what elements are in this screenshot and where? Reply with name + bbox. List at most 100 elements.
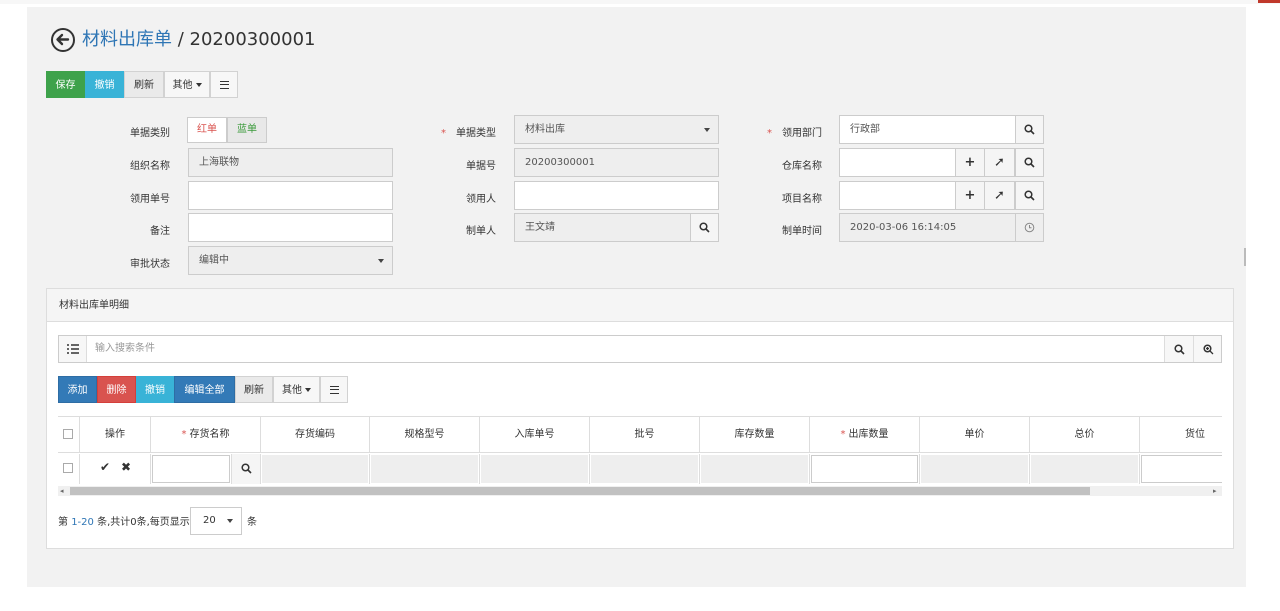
creator-search-button[interactable] <box>690 213 719 242</box>
doc-number-label: 单据号 <box>466 161 496 172</box>
detail-panel-title: 材料出库单明细 <box>47 289 1233 322</box>
col-item-code: 存货编码 <box>261 417 370 453</box>
out-qty-input[interactable] <box>811 455 918 483</box>
detail-search-button[interactable] <box>1164 336 1193 362</box>
detail-other-label: 其他 <box>282 385 302 396</box>
project-label: 项目名称 <box>782 194 822 205</box>
detail-column-menu-button[interactable] <box>320 376 348 403</box>
required-mark: * <box>181 429 187 440</box>
scroll-right-arrow-icon[interactable]: ▸ <box>1213 487 1217 495</box>
share-arrow-icon: ➚ <box>994 155 1005 170</box>
top-red-accent <box>1258 0 1280 3</box>
scrollbar-thumb[interactable] <box>70 487 1090 495</box>
detail-other-dropdown[interactable]: 其他 <box>273 376 320 403</box>
required-mark: * <box>441 128 446 139</box>
col-item-name: * 存货名称 <box>151 417 261 453</box>
select-all-checkbox[interactable] <box>63 429 73 439</box>
column-menu-button[interactable] <box>210 71 238 98</box>
scroll-left-arrow-icon[interactable]: ◂ <box>60 487 64 495</box>
share-arrow-icon: ➚ <box>994 188 1005 203</box>
recipient-label: 领用人 <box>466 194 496 205</box>
location-input[interactable] <box>1141 455 1222 483</box>
project-add-button[interactable]: + <box>955 181 985 210</box>
dept-label-text: 领用部门 <box>782 128 822 139</box>
page-size-select[interactable]: 20 <box>190 507 242 535</box>
row-total-price-cell <box>1030 454 1140 484</box>
requisition-no-label: 领用单号 <box>130 194 170 205</box>
dept-label: * 领用部门 <box>732 124 822 139</box>
delete-row-button[interactable]: 删除 <box>97 376 136 403</box>
requisition-no-input[interactable] <box>188 181 393 210</box>
advanced-search-button[interactable] <box>1193 336 1221 362</box>
other-dropdown-button[interactable]: 其他 <box>164 71 210 98</box>
warehouse-add-button[interactable]: + <box>955 148 985 177</box>
row-item-code-cell <box>261 454 370 484</box>
item-name-input[interactable] <box>152 455 230 483</box>
warehouse-link-button[interactable]: ➚ <box>984 148 1015 177</box>
refresh-button[interactable]: 刷新 <box>124 71 164 98</box>
project-input[interactable] <box>839 181 956 210</box>
warehouse-label: 仓库名称 <box>782 161 822 172</box>
col-batch: 批号 <box>590 417 700 453</box>
row-item-name-cell <box>151 454 232 484</box>
pagination-info: 第 1-20 条,共计0条,每页显示 <box>58 510 190 536</box>
clock-button[interactable] <box>1015 213 1044 242</box>
required-mark: * <box>767 128 772 139</box>
warehouse-input[interactable] <box>839 148 956 177</box>
recipient-input[interactable] <box>514 181 719 210</box>
row-checkbox[interactable] <box>63 463 73 473</box>
add-row-button[interactable]: 添加 <box>58 376 97 403</box>
remark-input[interactable] <box>188 213 393 242</box>
caret-down-icon <box>195 83 202 87</box>
confirm-check-icon[interactable]: ✔ <box>100 460 110 474</box>
breadcrumb-link[interactable]: 材料出库单 <box>82 29 172 50</box>
dept-search-button[interactable] <box>1015 115 1044 144</box>
blue-doc-toggle[interactable]: 蓝单 <box>227 117 267 143</box>
search-icon <box>241 463 252 474</box>
col-total-price: 总价 <box>1030 417 1140 453</box>
row-batch-cell <box>590 454 700 484</box>
detail-revoke-button[interactable]: 撤销 <box>136 376 174 403</box>
list-icon <box>67 344 79 354</box>
row-spec-cell <box>370 454 480 484</box>
revoke-button[interactable]: 撤销 <box>85 71 124 98</box>
dept-input[interactable]: 行政部 <box>839 115 1016 144</box>
save-button[interactable]: 保存 <box>46 71 85 98</box>
caret-down-icon <box>227 519 233 523</box>
project-link-button[interactable]: ➚ <box>984 181 1015 210</box>
search-icon <box>1024 124 1035 135</box>
org-input: 上海联物 <box>188 148 393 177</box>
plus-icon: + <box>964 188 976 203</box>
row-operation-cell: ✔ ✖ <box>80 454 151 484</box>
red-doc-toggle[interactable]: 红单 <box>187 117 227 143</box>
row-checkbox-cell <box>58 454 80 484</box>
col-out-qty-text: 出库数量 <box>848 429 889 440</box>
row-location-cell <box>1140 454 1222 484</box>
row-unit-price-cell <box>920 454 1030 484</box>
detail-refresh-button[interactable]: 刷新 <box>235 376 273 403</box>
doc-number-input: 20200300001 <box>514 148 719 177</box>
row-inbound-no-cell <box>480 454 590 484</box>
project-search-button[interactable] <box>1015 181 1044 210</box>
doc-type-select[interactable]: 材料出库 <box>514 115 719 144</box>
item-search-button[interactable] <box>232 454 261 484</box>
edit-all-button[interactable]: 编辑全部 <box>174 376 235 403</box>
breadcrumb-separator: / <box>172 29 190 50</box>
warehouse-search-button[interactable] <box>1015 148 1044 177</box>
detail-search-input[interactable]: 输入搜索条件 <box>95 336 155 362</box>
cancel-x-icon[interactable]: ✖ <box>121 460 131 474</box>
back-arrow-icon[interactable] <box>51 28 75 52</box>
approval-select[interactable]: 编辑中 <box>188 246 393 275</box>
col-out-qty: * 出库数量 <box>810 417 920 453</box>
approval-value: 编辑中 <box>199 255 229 266</box>
pager-range: 1-20 <box>71 517 94 528</box>
detail-search-bar: 输入搜索条件 <box>58 335 1222 363</box>
page-size-value: 20 <box>203 515 216 526</box>
doc-type-label-text: 单据类型 <box>456 128 496 139</box>
list-toggle-button[interactable] <box>59 336 87 362</box>
right-edge-tick <box>1244 248 1246 266</box>
row-stock-qty-cell <box>700 454 810 484</box>
doc-category-label: 单据类别 <box>130 128 170 139</box>
col-unit-price: 单价 <box>920 417 1030 453</box>
org-label: 组织名称 <box>130 161 170 172</box>
